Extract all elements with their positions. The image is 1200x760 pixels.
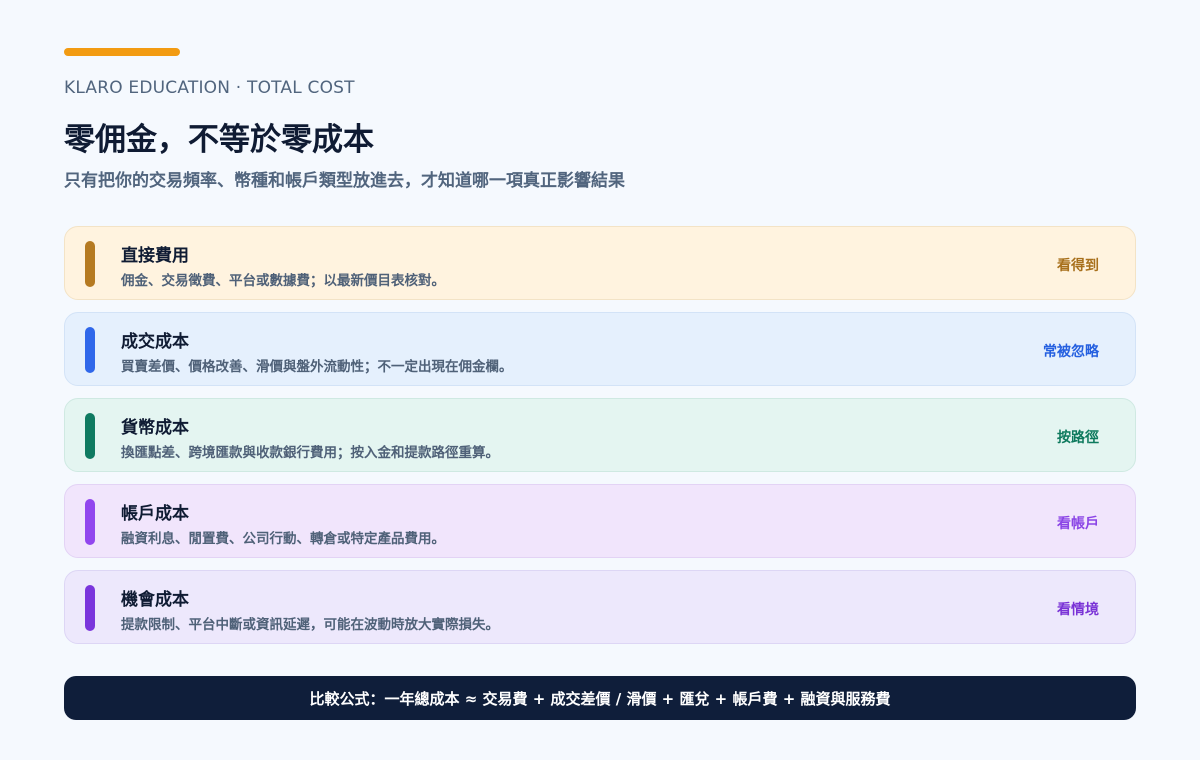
card-tag: 按路徑 bbox=[1057, 430, 1099, 446]
cost-card-opportunity: 機會成本 提款限制、平台中斷或資訊延遲，可能在波動時放大實際損失。 看情境 bbox=[64, 570, 1136, 644]
card-color-stripe bbox=[85, 241, 95, 287]
card-tag: 看得到 bbox=[1057, 258, 1099, 274]
card-tag: 常被忽略 bbox=[1043, 344, 1099, 360]
card-color-stripe bbox=[85, 585, 95, 631]
accent-bar bbox=[64, 48, 180, 56]
cost-card-execution: 成交成本 買賣差價、價格改善、滑價與盤外流動性；不一定出現在佣金欄。 常被忽略 bbox=[64, 312, 1136, 386]
card-title: 貨幣成本 bbox=[121, 418, 189, 438]
card-description: 提款限制、平台中斷或資訊延遲，可能在波動時放大實際損失。 bbox=[121, 617, 499, 633]
card-description: 佣金、交易徵費、平台或數據費；以最新價目表核對。 bbox=[121, 273, 445, 289]
card-description: 融資利息、閒置費、公司行動、轉倉或特定產品費用。 bbox=[121, 531, 445, 547]
cost-card-direct: 直接費用 佣金、交易徵費、平台或數據費；以最新價目表核對。 看得到 bbox=[64, 226, 1136, 300]
formula-banner: 比較公式：一年總成本 ≈ 交易費 + 成交差價 / 滑價 + 匯兌 + 帳戶費 … bbox=[64, 676, 1136, 720]
card-color-stripe bbox=[85, 327, 95, 373]
cost-card-currency: 貨幣成本 換匯點差、跨境匯款與收款銀行費用；按入金和提款路徑重算。 按路徑 bbox=[64, 398, 1136, 472]
brand-kicker: KLARO EDUCATION · TOTAL COST bbox=[64, 78, 355, 98]
card-title: 直接費用 bbox=[121, 246, 189, 266]
card-title: 成交成本 bbox=[121, 332, 189, 352]
page-title: 零佣金，不等於零成本 bbox=[64, 122, 374, 158]
page-subtitle: 只有把你的交易頻率、幣種和帳戶類型放進去，才知道哪一項真正影響結果 bbox=[64, 171, 625, 191]
card-title: 機會成本 bbox=[121, 590, 189, 610]
card-tag: 看情境 bbox=[1057, 602, 1099, 618]
card-description: 換匯點差、跨境匯款與收款銀行費用；按入金和提款路徑重算。 bbox=[121, 445, 499, 461]
card-tag: 看帳戶 bbox=[1057, 516, 1099, 532]
card-title: 帳戶成本 bbox=[121, 504, 189, 524]
cost-card-list: 直接費用 佣金、交易徵費、平台或數據費；以最新價目表核對。 看得到 成交成本 買… bbox=[64, 226, 1136, 656]
card-color-stripe bbox=[85, 499, 95, 545]
card-description: 買賣差價、價格改善、滑價與盤外流動性；不一定出現在佣金欄。 bbox=[121, 359, 513, 375]
cost-card-account: 帳戶成本 融資利息、閒置費、公司行動、轉倉或特定產品費用。 看帳戶 bbox=[64, 484, 1136, 558]
card-color-stripe bbox=[85, 413, 95, 459]
